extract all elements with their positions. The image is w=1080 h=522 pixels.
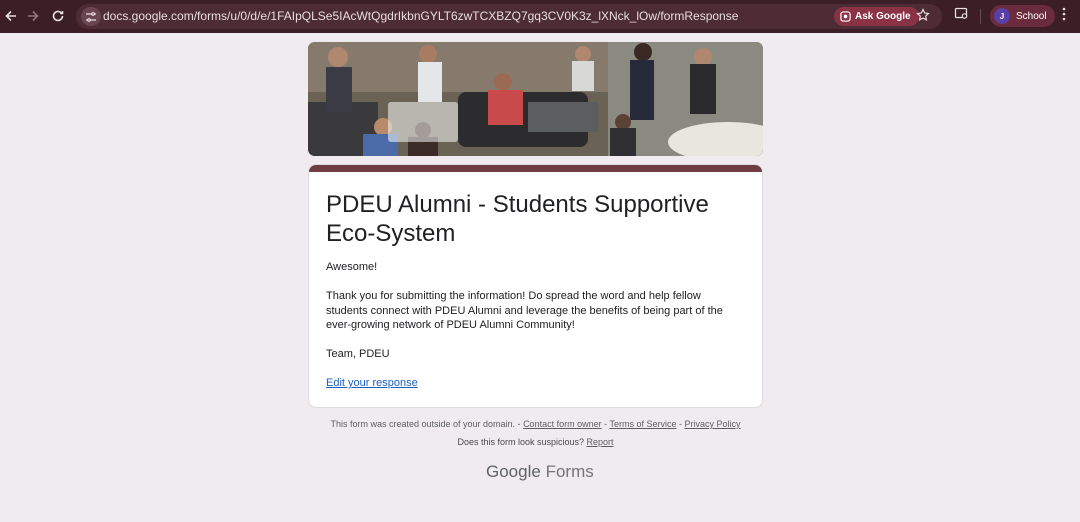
brand-forms: Forms bbox=[545, 462, 594, 481]
url-text[interactable]: docs.google.com/forms/u/0/d/e/1FAIpQLSe5… bbox=[103, 9, 738, 23]
footer-disclaimer: This form was created outside of your do… bbox=[0, 419, 1071, 429]
footer-separator: - bbox=[679, 419, 682, 429]
tab-search-icon[interactable] bbox=[954, 6, 969, 26]
profile-name: School bbox=[1016, 10, 1047, 22]
tune-icon bbox=[86, 11, 96, 22]
reload-button[interactable] bbox=[47, 5, 69, 27]
report-link[interactable]: Report bbox=[587, 437, 614, 447]
arrow-right-icon bbox=[28, 10, 39, 22]
confirmation-card: PDEU Alumni - Students Supportive Eco-Sy… bbox=[308, 164, 763, 408]
profile-button[interactable]: J School bbox=[990, 5, 1055, 27]
back-button[interactable] bbox=[0, 5, 22, 27]
contact-owner-link[interactable]: Contact form owner bbox=[523, 419, 602, 429]
ask-google-label: Ask Google bbox=[855, 11, 911, 22]
reload-icon bbox=[52, 10, 64, 22]
footer-report: Does this form look suspicious? Report bbox=[0, 437, 1071, 447]
ask-google-button[interactable]: Ask Google bbox=[834, 7, 919, 26]
greeting-text: Awesome! bbox=[326, 261, 378, 273]
site-info-button[interactable] bbox=[81, 7, 101, 26]
arrow-left-icon bbox=[5, 10, 16, 22]
browser-menu-icon[interactable] bbox=[1060, 6, 1068, 27]
confirmation-message: Awesome! Thank you for submitting the in… bbox=[326, 260, 736, 361]
terms-link[interactable]: Terms of Service bbox=[609, 419, 676, 429]
thank-you-text: Thank you for submitting the information… bbox=[326, 290, 723, 331]
edit-response-link[interactable]: Edit your response bbox=[326, 377, 418, 389]
bookmark-star-icon[interactable] bbox=[916, 8, 930, 27]
form-header-image bbox=[308, 42, 763, 156]
signoff-text: Team, PDEU bbox=[326, 348, 390, 361]
form-title: PDEU Alumni - Students Supportive Eco-Sy… bbox=[326, 191, 709, 247]
lens-icon bbox=[840, 11, 851, 22]
avatar: J bbox=[994, 8, 1010, 24]
footer-separator: - bbox=[604, 419, 608, 429]
privacy-link[interactable]: Privacy Policy bbox=[685, 419, 741, 429]
brand-google: Google bbox=[486, 462, 541, 481]
forward-button[interactable] bbox=[22, 5, 44, 27]
group-photo-illustration bbox=[308, 42, 763, 156]
domain-notice: This form was created outside of your do… bbox=[330, 419, 521, 429]
browser-toolbar: docs.google.com/forms/u/0/d/e/1FAIpQLSe5… bbox=[0, 0, 1080, 33]
suspicious-text: Does this form look suspicious? bbox=[457, 437, 585, 447]
address-bar[interactable]: docs.google.com/forms/u/0/d/e/1FAIpQLSe5… bbox=[76, 4, 942, 29]
card-accent-bar bbox=[309, 165, 762, 172]
google-forms-logo[interactable]: Google Forms bbox=[486, 462, 594, 482]
toolbar-divider bbox=[980, 9, 981, 24]
